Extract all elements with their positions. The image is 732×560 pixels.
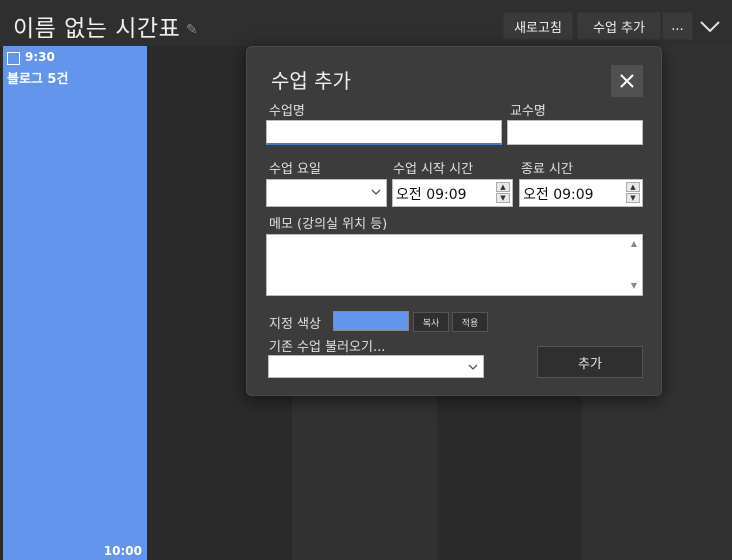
end-time-value: 오전 09:09 <box>523 187 594 203</box>
start-time-up-arrow-icon[interactable]: ▲ <box>496 182 510 192</box>
add-class-dialog: 수업 추가 수업명 교수명 수업 요일 수업 시작 시간 오전 09:09 ▲ … <box>246 46 662 396</box>
more-button[interactable]: ... <box>662 12 693 40</box>
title-bar: 이름 없는 시간표 ✎ 새로고침 수업 추가 ... <box>0 0 732 46</box>
color-label: 지정 색상 <box>269 317 321 332</box>
end-time-label: 종료 시간 <box>521 162 573 177</box>
start-time-value: 오전 09:09 <box>396 187 467 203</box>
class-name-field[interactable] <box>266 120 502 145</box>
start-time-label: 수업 시작 시간 <box>393 162 474 177</box>
chevron-down-icon <box>468 364 478 370</box>
chevron-down-icon[interactable] <box>697 14 723 38</box>
professor-field[interactable] <box>507 120 643 145</box>
scroll-up-arrow-icon[interactable]: ▲ <box>631 239 637 248</box>
class-name-label: 수업명 <box>269 104 305 119</box>
day-select[interactable] <box>266 179 387 207</box>
edit-pencil-icon[interactable]: ✎ <box>186 22 198 38</box>
apply-color-button[interactable]: 적용 <box>452 312 488 332</box>
add-button[interactable]: 추가 <box>537 346 643 378</box>
event-checkbox[interactable] <box>7 52 20 65</box>
chevron-down-icon <box>371 189 381 195</box>
event-title: 블로그 5건 <box>7 72 69 87</box>
load-class-label: 기존 수업 불러오기... <box>269 340 386 355</box>
timetable-title[interactable]: 이름 없는 시간표 <box>13 9 180 43</box>
memo-textarea[interactable]: ▲ ▼ <box>266 234 643 296</box>
professor-label: 교수명 <box>510 104 546 119</box>
memo-label: 메모 (강의실 위치 등) <box>269 217 388 232</box>
scroll-down-arrow-icon[interactable]: ▼ <box>631 281 637 290</box>
class-event-block[interactable]: 9:30 블로그 5건 10:00 <box>3 46 147 560</box>
add-class-button[interactable]: 수업 추가 <box>577 12 661 40</box>
event-end-time: 10:00 <box>103 544 142 558</box>
close-icon <box>620 74 634 88</box>
start-time-down-arrow-icon[interactable]: ▼ <box>496 193 510 203</box>
event-start-time: 9:30 <box>25 50 55 64</box>
close-button[interactable] <box>611 65 643 97</box>
copy-color-button[interactable]: 복사 <box>413 312 449 332</box>
refresh-button[interactable]: 새로고침 <box>503 12 573 40</box>
end-time-down-arrow-icon[interactable]: ▼ <box>626 193 640 203</box>
dialog-title: 수업 추가 <box>271 69 351 93</box>
end-time-up-arrow-icon[interactable]: ▲ <box>626 182 640 192</box>
start-time-field[interactable]: 오전 09:09 ▲ ▼ <box>392 179 513 207</box>
color-swatch[interactable] <box>333 311 409 331</box>
end-time-field[interactable]: 오전 09:09 ▲ ▼ <box>519 179 643 207</box>
load-class-select[interactable] <box>268 355 484 378</box>
day-label: 수업 요일 <box>269 162 321 177</box>
